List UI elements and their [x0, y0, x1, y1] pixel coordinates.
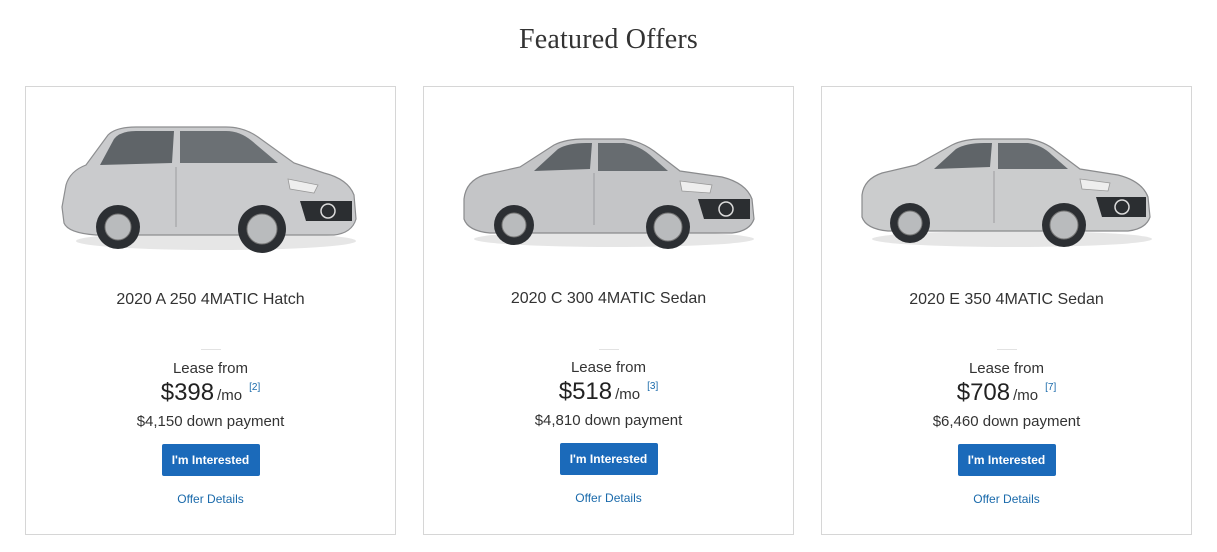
offer-details-link[interactable]: Offer Details [26, 492, 395, 506]
im-interested-button[interactable]: I'm Interested [957, 444, 1056, 476]
price-row: $708/mo [7] [822, 379, 1191, 407]
price-period: /mo [1013, 387, 1039, 404]
page-title: Featured Offers [519, 24, 698, 55]
model-name: 2020 A 250 4MATIC Hatch [116, 291, 305, 308]
offer-details-link[interactable]: Offer Details [424, 491, 793, 505]
down-payment: $4,150 down payment [136, 413, 285, 430]
lease-label: Lease from [968, 360, 1045, 377]
footnote-link[interactable]: [2] [249, 382, 260, 393]
price-row: $398/mo [2] [26, 379, 395, 407]
footnote-link[interactable]: [3] [647, 381, 658, 392]
monthly-price: $708 [956, 379, 1011, 406]
hatchback-car-image [56, 115, 367, 255]
down-payment: $6,460 down payment [932, 413, 1081, 430]
footnote-link[interactable]: [7] [1045, 382, 1056, 393]
offer-card: 2020 E 350 4MATIC Sedan Lease from $708/… [821, 86, 1192, 535]
offer-card: 2020 A 250 4MATIC Hatch Lease from $398/… [25, 86, 396, 535]
sedan-car-image [852, 115, 1163, 255]
monthly-price: $398 [160, 379, 215, 406]
down-payment: $4,810 down payment [534, 412, 683, 429]
model-name: 2020 C 300 4MATIC Sedan [510, 290, 707, 307]
price-period: /mo [217, 387, 243, 404]
sedan-car-image [454, 115, 765, 255]
offer-details-link[interactable]: Offer Details [822, 492, 1191, 506]
monthly-price: $518 [558, 378, 613, 405]
price-period: /mo [615, 386, 641, 403]
lease-label: Lease from [570, 359, 647, 376]
im-interested-button[interactable]: I'm Interested [161, 444, 260, 476]
divider [200, 349, 221, 350]
divider [996, 349, 1017, 350]
offer-card: 2020 C 300 4MATIC Sedan Lease from $518/… [423, 86, 794, 535]
divider [598, 349, 619, 350]
lease-label: Lease from [172, 360, 249, 377]
offer-cards: 2020 A 250 4MATIC Hatch Lease from $398/… [25, 86, 1194, 537]
model-name: 2020 E 350 4MATIC Sedan [909, 291, 1104, 308]
im-interested-button[interactable]: I'm Interested [559, 443, 658, 475]
price-row: $518/mo [3] [424, 378, 793, 406]
